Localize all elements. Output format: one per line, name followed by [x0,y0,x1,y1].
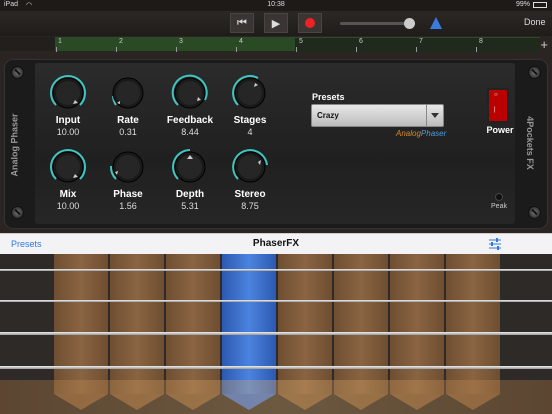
status-bar: iPad ◠ 10:38 99% [0,0,552,11]
ruler-mark: 8 [479,38,483,45]
knob-value: 8.44 [181,127,199,137]
battery-icon [533,2,547,8]
brand-logo-a: Analog [396,129,421,138]
fret-column[interactable] [54,254,108,394]
knob-value: 0.31 [119,127,137,137]
peak-label: Peak [491,203,507,210]
sliders-icon[interactable] [488,237,502,251]
knob-value: 5.31 [181,201,199,211]
brand-logo: AnalogPhaser [396,129,446,138]
plugin-left-label: Analog Phaser [9,113,20,177]
ruler-tick [476,47,477,52]
fret-column[interactable] [166,254,220,394]
screw-icon [528,206,541,219]
play-button[interactable]: ▶ [264,13,288,33]
fret-column-selected[interactable] [222,254,276,394]
knob-value: 8.75 [241,201,259,211]
cycle-region[interactable] [55,38,295,51]
transport-toolbar: ⏮ ▶ Done [0,11,552,36]
power-on-icon: | [494,107,496,113]
status-time: 10:38 [267,1,285,8]
knob-label: Feedback [166,115,214,126]
ruler-mark: 7 [419,38,423,45]
ruler-mark: 3 [179,38,183,45]
done-button[interactable]: Done [524,17,546,27]
timeline-ruler[interactable]: 1 2 3 4 5 6 7 8 [55,37,540,52]
volume-slider-thumb[interactable] [404,18,415,29]
ruler-tick [356,47,357,52]
guitar-string[interactable] [0,300,552,302]
track-header-strip [0,37,55,51]
depth-knob[interactable] [170,147,210,187]
screw-icon [11,66,24,79]
preset-dropdown[interactable]: Crazy [311,104,444,127]
peak-led [495,193,503,201]
fret-column[interactable] [390,254,444,394]
presets-title: Presets [312,92,345,102]
screw-icon [11,206,24,219]
preset-selected: Crazy [317,111,339,120]
knob-label: Depth [175,189,205,200]
guitar-string[interactable] [0,366,552,369]
chevron-down-icon [426,105,443,126]
power-button[interactable]: ○ | [487,88,509,123]
stages-knob[interactable] [230,73,270,113]
knob-value: 10.00 [56,127,80,137]
plugin-title: PhaserFX [252,238,300,249]
plugin-nav-bar: PhaserFX Presets [0,233,552,254]
knob-value: 10.00 [56,201,80,211]
mix-knob[interactable] [48,147,88,187]
input-knob[interactable] [48,73,88,113]
knob-value: 4 [247,127,253,137]
ruler-mark: 6 [359,38,363,45]
rate-knob[interactable] [108,73,148,113]
ruler-mark: 2 [119,38,123,45]
ruler-mark: 4 [239,38,243,45]
brand-logo-b: Phaser [420,129,447,138]
knob-label: Phase [113,189,143,200]
fret-column[interactable] [278,254,332,394]
volume-slider[interactable] [340,18,415,29]
knob-value: 1.56 [119,201,137,211]
power-label: Power [486,125,514,135]
fret-column[interactable] [110,254,164,394]
ruler-tick [56,47,57,52]
fret-column[interactable] [446,254,500,394]
feedback-knob[interactable] [170,73,210,113]
plugin-right-label: 4Pockets FX [524,116,535,170]
knob-label: Stereo [234,189,266,200]
knob-label: Stages [233,115,267,126]
rewind-button[interactable]: ⏮ [230,13,254,33]
rewind-icon: ⏮ [237,16,247,29]
record-icon [305,18,315,28]
power-off-icon: ○ [494,92,498,98]
ruler-tick [176,47,177,52]
ruler-tick [296,47,297,52]
guitar-body-wood [0,380,552,414]
phase-knob[interactable] [108,147,148,187]
presets-button[interactable]: Presets [11,239,42,249]
ruler-mark: 1 [58,38,62,45]
record-button[interactable] [298,13,322,33]
knob-label: Mix [59,189,77,200]
stereo-knob[interactable] [230,147,270,187]
ruler-tick [236,47,237,52]
ruler-tick [116,47,117,52]
metronome-icon[interactable] [430,17,442,29]
guitar-string[interactable] [0,269,552,271]
knob-label: Rate [117,115,139,126]
screw-icon [528,66,541,79]
add-section-button[interactable]: + [540,37,548,52]
play-icon: ▶ [271,17,281,30]
guitar-string[interactable] [0,332,552,335]
knob-label: Input [55,115,81,126]
ruler-tick [416,47,417,52]
ruler-mark: 5 [299,38,303,45]
fret-column[interactable] [334,254,388,394]
battery-percent: 99% [516,1,531,8]
